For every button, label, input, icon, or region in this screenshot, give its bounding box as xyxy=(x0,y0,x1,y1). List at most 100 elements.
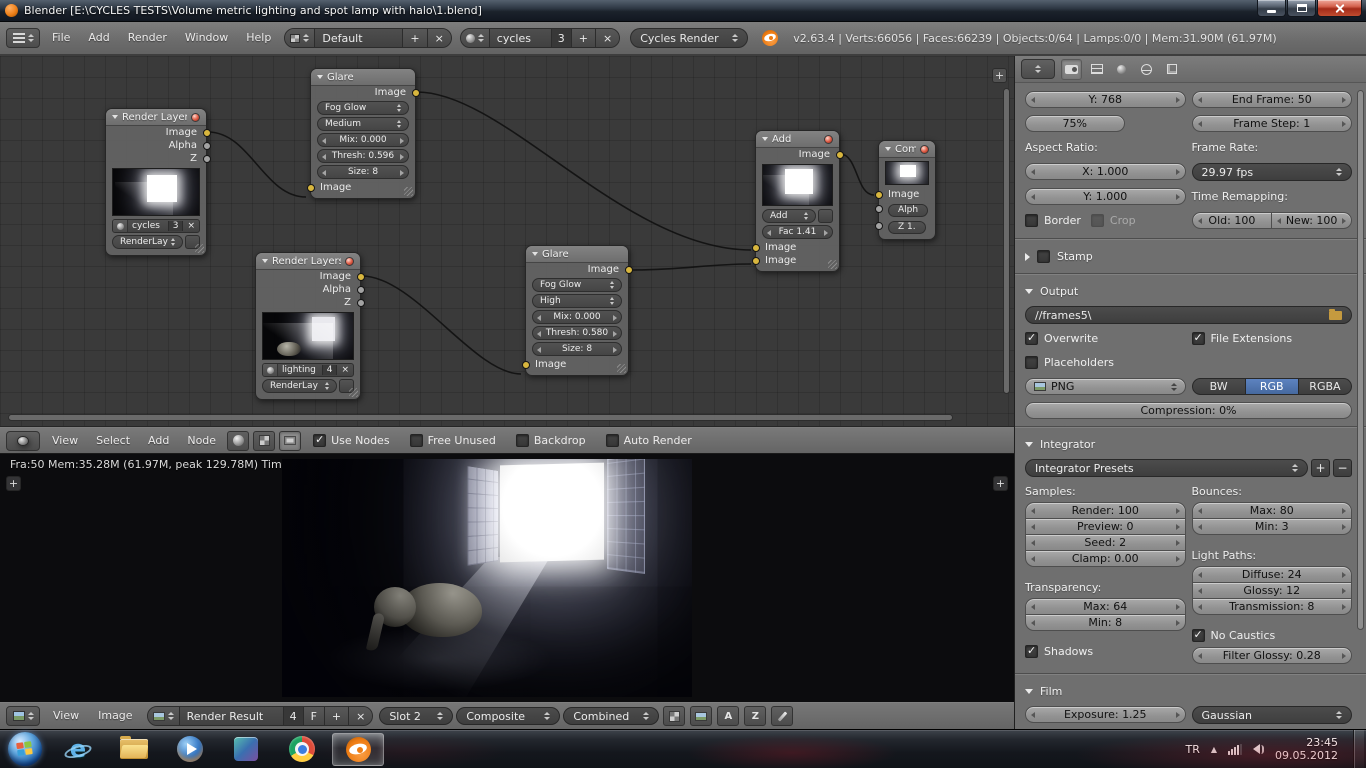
expand-region-button[interactable]: + xyxy=(6,476,21,491)
collapse-icon[interactable] xyxy=(532,252,538,256)
resize-grip[interactable] xyxy=(828,260,837,269)
node-header[interactable]: Render Layers xyxy=(256,253,360,270)
aspect-x-field[interactable]: X: 1.000 xyxy=(1025,163,1186,180)
tab-render-layers[interactable] xyxy=(1086,59,1107,80)
integrator-presets-dropdown[interactable]: Integrator Presets xyxy=(1025,459,1308,477)
slot-dropdown[interactable]: Slot 2 xyxy=(379,707,454,725)
unlink-icon[interactable]: × xyxy=(336,365,353,375)
collapse-icon[interactable] xyxy=(885,147,891,151)
render-layer-dropdown[interactable]: RenderLay xyxy=(112,235,183,249)
render-layer-dropdown[interactable]: RenderLay xyxy=(262,379,337,393)
browse-scene-button[interactable] xyxy=(460,29,489,47)
min-bounces-field[interactable]: Min: 3 xyxy=(1191,518,1352,535)
free-unused-checkbox[interactable]: Free Unused xyxy=(409,434,496,447)
image-users-count[interactable]: 4 xyxy=(282,707,303,725)
image-input-socket[interactable] xyxy=(751,256,760,265)
glare-size-field[interactable]: Size: 8 xyxy=(532,342,622,356)
node-header[interactable]: Add xyxy=(756,131,839,148)
preview-samples-field[interactable]: Preview: 0 xyxy=(1025,518,1186,535)
render-pass-dropdown[interactable]: Combined xyxy=(563,707,660,725)
node-mix-add[interactable]: Add Image Add Fac 1.41 Image Image xyxy=(751,130,844,272)
collapse-icon[interactable] xyxy=(112,115,118,119)
film-panel-header[interactable]: Film xyxy=(1025,682,1352,701)
node-render-layers-1[interactable]: Render Layers Image Alpha Z cycles 3 × R… xyxy=(105,108,211,256)
shadows-checkbox[interactable]: Shadows xyxy=(1025,643,1186,660)
resize-grip[interactable] xyxy=(404,187,413,196)
close-button[interactable] xyxy=(1317,0,1362,17)
exposure-field[interactable]: Exposure: 1.25 xyxy=(1025,706,1186,723)
image-output-socket[interactable] xyxy=(411,88,420,97)
users-count[interactable]: 4 xyxy=(321,365,337,375)
image-name[interactable]: Render Result xyxy=(178,707,283,725)
fake-user-button[interactable]: F xyxy=(302,707,324,725)
transparency-max-field[interactable]: Max: 64 xyxy=(1025,598,1186,615)
layout-name[interactable]: Default xyxy=(314,29,402,47)
glare-type-dropdown[interactable]: Fog Glow xyxy=(532,278,622,292)
glare-threshold-field[interactable]: Thresh: 0.596 xyxy=(317,149,409,163)
browse-layout-button[interactable] xyxy=(285,29,315,47)
language-indicator[interactable]: TR xyxy=(1185,743,1199,756)
menu-help[interactable]: Help xyxy=(238,27,279,49)
output-panel-header[interactable]: Output xyxy=(1025,282,1352,301)
display-alpha-toggle[interactable]: A xyxy=(717,706,740,726)
glare-mix-field[interactable]: Mix: 0.000 xyxy=(317,133,409,147)
transparency-min-field[interactable]: Min: 8 xyxy=(1025,614,1186,631)
image-input-socket[interactable] xyxy=(306,183,315,192)
show-desktop-button[interactable] xyxy=(1353,729,1364,768)
tab-scene[interactable] xyxy=(1111,59,1132,80)
node-menu-node[interactable]: Node xyxy=(179,430,224,452)
node-header[interactable]: Glare xyxy=(526,246,628,263)
add-scene-button[interactable]: + xyxy=(570,29,595,47)
taskbar-app[interactable] xyxy=(220,733,272,766)
node-header[interactable]: Render Layers xyxy=(106,109,206,126)
glare-threshold-field[interactable]: Thresh: 0.580 xyxy=(532,326,622,340)
browse-image-button[interactable] xyxy=(147,707,179,725)
color-mode-rgb[interactable]: RGB xyxy=(1245,378,1299,395)
color-mode-bw[interactable]: BW xyxy=(1191,378,1246,395)
node-glare-2[interactable]: Glare Image Fog Glow High Mix: 0.000 Thr… xyxy=(521,245,633,376)
image-output-socket[interactable] xyxy=(202,128,211,137)
delete-scene-button[interactable]: × xyxy=(595,29,620,47)
tab-object[interactable] xyxy=(1161,59,1182,80)
render-layer-dropdown[interactable]: Composite xyxy=(456,707,561,725)
overwrite-checkbox[interactable]: Overwrite xyxy=(1025,330,1186,347)
image-paint-toggle[interactable] xyxy=(771,706,794,726)
properties-scrollbar[interactable] xyxy=(1357,90,1364,630)
frame-step-field[interactable]: Frame Step: 1 xyxy=(1191,115,1352,132)
tab-render[interactable] xyxy=(1061,58,1082,80)
file-format-dropdown[interactable]: PNG xyxy=(1025,378,1186,395)
minimize-button[interactable] xyxy=(1257,0,1286,17)
scene-users-count[interactable]: 3 xyxy=(550,29,571,47)
texture-nodes-toggle[interactable] xyxy=(253,430,276,451)
remap-new-field[interactable]: New: 100 xyxy=(1272,212,1352,229)
frame-rate-dropdown[interactable]: 29.97 fps xyxy=(1191,163,1352,181)
output-path-field[interactable]: //frames5\ xyxy=(1025,306,1352,324)
backdrop-checkbox[interactable]: Backdrop xyxy=(515,434,586,447)
end-frame-field[interactable]: End Frame: 50 xyxy=(1191,91,1352,108)
menu-file[interactable]: File xyxy=(44,27,78,49)
menu-add[interactable]: Add xyxy=(80,27,117,49)
glare-type-dropdown[interactable]: Fog Glow xyxy=(317,101,409,115)
z-input-field[interactable]: Z 1. xyxy=(888,221,926,234)
resolution-percentage-slider[interactable]: 75% xyxy=(1025,115,1125,132)
collapse-icon[interactable] xyxy=(762,137,768,141)
glossy-bounces-field[interactable]: Glossy: 12 xyxy=(1191,582,1352,599)
glare-quality-dropdown[interactable]: Medium xyxy=(317,117,409,131)
alpha-input-socket[interactable] xyxy=(874,205,883,213)
remap-old-field[interactable]: Old: 100 xyxy=(1191,212,1273,229)
taskbar-internet-explorer[interactable]: e xyxy=(52,733,104,766)
compression-slider[interactable]: Compression: 0% xyxy=(1025,402,1352,419)
clock[interactable]: 23:45 09.05.2012 xyxy=(1275,736,1338,762)
network-icon[interactable] xyxy=(1228,743,1243,755)
crop-checkbox[interactable]: Crop xyxy=(1090,212,1136,229)
image-menu-view[interactable]: View xyxy=(45,705,87,727)
menu-render[interactable]: Render xyxy=(120,27,175,49)
scene-datablock-field[interactable]: cycles 3 × xyxy=(112,219,200,233)
collapse-icon[interactable] xyxy=(262,259,268,263)
aspect-y-field[interactable]: Y: 1.000 xyxy=(1025,188,1186,205)
resize-grip[interactable] xyxy=(617,364,626,373)
editor-type-selector-image[interactable] xyxy=(6,706,40,726)
expand-region-button[interactable]: + xyxy=(993,476,1008,491)
auto-render-checkbox[interactable]: Auto Render xyxy=(605,434,692,447)
use-nodes-checkbox[interactable]: Use Nodes xyxy=(313,433,390,447)
